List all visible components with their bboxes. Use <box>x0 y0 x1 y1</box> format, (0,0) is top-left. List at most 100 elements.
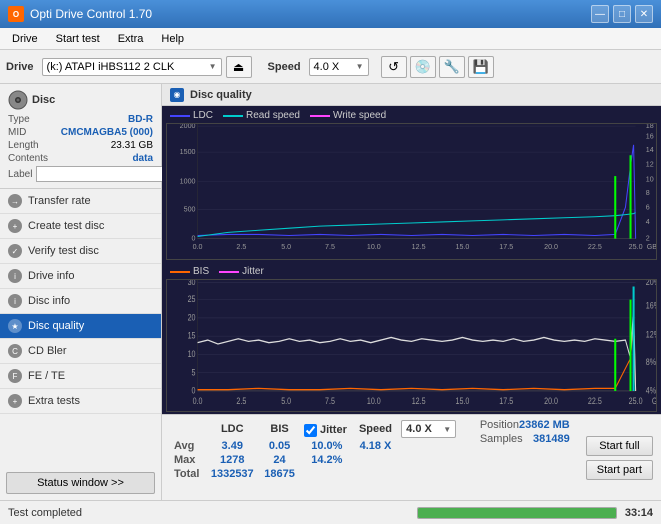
sidebar-item-disc-info[interactable]: i Disc info <box>0 289 161 314</box>
svg-text:7.5: 7.5 <box>325 397 335 407</box>
toolbar: Drive (k:) ATAPI iHBS112 2 CLK ▼ ⏏ Speed… <box>0 50 661 84</box>
ldc-color <box>170 115 190 117</box>
svg-text:2.5: 2.5 <box>236 397 246 407</box>
start-part-button[interactable]: Start part <box>586 460 653 480</box>
type-value: BD-R <box>128 114 153 125</box>
menu-extra[interactable]: Extra <box>110 31 152 47</box>
status-text: Test completed <box>8 507 409 519</box>
disc-info-icon: i <box>8 294 22 308</box>
svg-text:17.5: 17.5 <box>499 242 513 251</box>
legend-ldc: LDC <box>170 110 213 121</box>
title-bar: O Opti Drive Control 1.70 — □ ✕ <box>0 0 661 28</box>
svg-text:2000: 2000 <box>180 124 196 130</box>
stats-table-area: LDC BIS Jitter <box>162 415 472 500</box>
sidebar-item-fe-te[interactable]: F FE / TE <box>0 364 161 389</box>
svg-text:0: 0 <box>192 386 196 396</box>
top-chart-svg: 0 500 1000 1500 2000 0.0 2.5 5.0 7.5 10.… <box>167 124 656 259</box>
media-button[interactable]: 💿 <box>410 56 436 78</box>
svg-text:5: 5 <box>192 368 196 378</box>
eject-button[interactable]: ⏏ <box>226 56 252 78</box>
svg-text:0.0: 0.0 <box>193 242 203 251</box>
svg-text:30: 30 <box>188 280 196 287</box>
refresh-button[interactable]: ↺ <box>381 56 407 78</box>
svg-text:2.5: 2.5 <box>236 242 246 251</box>
disc-info-panel: Disc Type BD-R MID CMCMAGBA5 (000) Lengt… <box>0 84 161 189</box>
jitter-checkbox[interactable] <box>304 424 317 437</box>
disc-header-label: Disc <box>32 94 55 106</box>
legend-jitter-label: Jitter <box>242 266 264 277</box>
sidebar-item-cd-bler[interactable]: C CD Bler <box>0 339 161 364</box>
svg-text:15.0: 15.0 <box>456 397 470 407</box>
drive-dropdown[interactable]: (k:) ATAPI iHBS112 2 CLK ▼ <box>42 58 222 76</box>
menu-help[interactable]: Help <box>153 31 192 47</box>
position-label: Position <box>480 419 519 431</box>
speed-dropdown[interactable]: 4.0 X ▼ <box>309 58 369 76</box>
transfer-rate-icon: → <box>8 194 22 208</box>
charts-container: LDC Read speed Write speed <box>162 106 661 414</box>
svg-text:20%: 20% <box>646 280 656 287</box>
svg-text:0.0: 0.0 <box>193 397 203 407</box>
minimize-button[interactable]: — <box>591 5 609 23</box>
position-value: 23862 MB <box>519 419 570 431</box>
svg-text:8%: 8% <box>646 357 656 367</box>
chevron-down-icon: ▼ <box>443 425 451 434</box>
progress-bar-fill <box>418 508 616 518</box>
svg-text:10: 10 <box>646 174 654 183</box>
settings-button[interactable]: 🔧 <box>439 56 465 78</box>
top-chart: 0 500 1000 1500 2000 0.0 2.5 5.0 7.5 10.… <box>166 123 657 260</box>
svg-text:18: 18 <box>646 124 654 130</box>
verify-test-disc-icon: ✓ <box>8 244 22 258</box>
speed-pos-area: Position 23862 MB Samples 381489 <box>472 415 578 500</box>
legend-read-speed-label: Read speed <box>246 110 300 121</box>
write-speed-color <box>310 115 330 117</box>
legend-bis: BIS <box>170 266 209 277</box>
save-button[interactable]: 💾 <box>468 56 494 78</box>
stats-speed-dropdown[interactable]: 4.0 X ▼ <box>401 420 456 438</box>
sidebar-item-extra-tests[interactable]: + Extra tests <box>0 389 161 414</box>
legend-bis-label: BIS <box>193 266 209 277</box>
sidebar-item-create-test-disc[interactable]: + Create test disc <box>0 214 161 239</box>
svg-text:12.5: 12.5 <box>412 242 426 251</box>
svg-text:4%: 4% <box>646 386 656 396</box>
svg-text:20.0: 20.0 <box>544 242 558 251</box>
maximize-button[interactable]: □ <box>613 5 631 23</box>
close-button[interactable]: ✕ <box>635 5 653 23</box>
sidebar-item-disc-quality[interactable]: ★ Disc quality <box>0 314 161 339</box>
menu-start-test[interactable]: Start test <box>48 31 108 47</box>
status-window-button[interactable]: Status window >> <box>6 472 155 494</box>
jitter-checkbox-label[interactable]: Jitter <box>304 424 347 437</box>
start-full-button[interactable]: Start full <box>586 436 653 456</box>
menu-drive[interactable]: Drive <box>4 31 46 47</box>
svg-text:12%: 12% <box>646 330 656 340</box>
chevron-down-icon: ▼ <box>209 62 217 71</box>
col-speed: Speed <box>354 419 397 439</box>
svg-text:10.0: 10.0 <box>367 242 381 251</box>
col-bis: BIS <box>259 419 300 439</box>
bis-color <box>170 271 190 273</box>
svg-text:6: 6 <box>646 202 650 211</box>
col-spacer: Jitter <box>300 419 354 439</box>
stats-panel: LDC BIS Jitter <box>162 414 661 500</box>
svg-text:15: 15 <box>188 331 196 341</box>
disc-svg-icon <box>8 90 28 110</box>
type-label: Type <box>8 114 30 125</box>
sidebar-item-drive-info[interactable]: i Drive info <box>0 264 161 289</box>
top-chart-legend: LDC Read speed Write speed <box>166 108 657 123</box>
length-value: 23.31 GB <box>111 140 153 151</box>
svg-text:8: 8 <box>646 188 650 197</box>
fe-te-icon: F <box>8 369 22 383</box>
app-title: Opti Drive Control 1.70 <box>30 7 152 21</box>
svg-text:10: 10 <box>188 350 196 360</box>
disc-quality-header: ◉ Disc quality <box>162 84 661 106</box>
svg-text:22.5: 22.5 <box>588 242 602 251</box>
speed-label: Speed <box>268 61 301 73</box>
sidebar-item-verify-test-disc[interactable]: ✓ Verify test disc <box>0 239 161 264</box>
label-input[interactable] <box>36 166 174 182</box>
svg-text:GB: GB <box>647 242 656 251</box>
legend-write-speed: Write speed <box>310 110 386 121</box>
svg-text:GB: GB <box>652 397 656 407</box>
disc-label-key: Label <box>8 169 32 180</box>
sidebar-item-transfer-rate[interactable]: → Transfer rate <box>0 189 161 214</box>
drive-info-icon: i <box>8 269 22 283</box>
svg-text:1000: 1000 <box>180 176 196 185</box>
